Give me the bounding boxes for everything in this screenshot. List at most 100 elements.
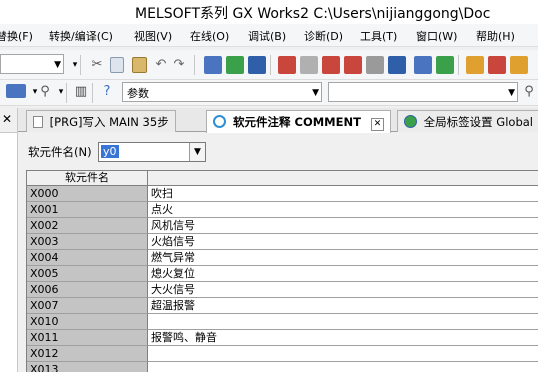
- comment-editor: 软元件名(N) y0 ▼ 软元件名 X000 吹扫 X001 点火 X002 风…: [18, 133, 538, 372]
- simulation-icon[interactable]: [488, 56, 506, 74]
- column-header-comment[interactable]: [148, 171, 538, 186]
- chevron-down-icon: ▼: [54, 60, 61, 70]
- device-name-label: 软元件名(N): [28, 145, 92, 159]
- menu-debug[interactable]: 调试(B): [248, 28, 286, 44]
- window-title: MELSOFT系列 GX Works2 C:\Users\nijianggong…: [135, 6, 491, 22]
- device-cell[interactable]: X007: [27, 298, 148, 314]
- device-batch-icon[interactable]: [388, 56, 406, 74]
- toolbar-combo[interactable]: ▼: [0, 54, 64, 74]
- comment-cell[interactable]: [148, 314, 538, 330]
- table-row: X002 风机信号: [27, 218, 538, 234]
- device-cell[interactable]: X002: [27, 218, 148, 234]
- copy-icon[interactable]: [110, 57, 124, 73]
- tab-device-comment[interactable]: 软元件注释 COMMENT ✕: [206, 110, 391, 133]
- menu-view[interactable]: 视图(V): [134, 28, 172, 44]
- table-row: X003 火焰信号: [27, 234, 538, 250]
- comment-cell[interactable]: 燃气异常: [148, 250, 538, 266]
- dev-icon[interactable]: [6, 84, 26, 98]
- device-cell[interactable]: X001: [27, 202, 148, 218]
- comment-cell[interactable]: 火焰信号: [148, 234, 538, 250]
- write-to-plc-icon[interactable]: [278, 56, 296, 74]
- diagnostics-icon[interactable]: [466, 56, 484, 74]
- menu-online[interactable]: 在线(O): [190, 28, 229, 44]
- device-cell[interactable]: X004: [27, 250, 148, 266]
- toolbar-separator: [80, 55, 81, 75]
- comment-cell[interactable]: [148, 346, 538, 362]
- device-cell[interactable]: X013: [27, 362, 148, 372]
- tab-prg-main[interactable]: [PRG]写入 MAIN 35步: [26, 110, 176, 132]
- close-icon[interactable]: ✕: [2, 112, 12, 126]
- device-cell[interactable]: X000: [27, 186, 148, 202]
- chevron-down-icon[interactable]: ▼: [189, 143, 205, 161]
- table-row: X011 报警鸣、静音: [27, 330, 538, 346]
- cut-icon[interactable]: ✂: [88, 56, 106, 74]
- program-icon: [33, 116, 43, 128]
- online-change-icon[interactable]: [436, 56, 454, 74]
- navigation-panel-body: [0, 132, 17, 372]
- navigation-combo[interactable]: 参数 ▼: [122, 82, 322, 102]
- tab-label: 全局标签设置 Global: [423, 115, 533, 129]
- comment-cell[interactable]: 熄火复位: [148, 266, 538, 282]
- column-header-device[interactable]: 软元件名: [27, 171, 148, 186]
- comment-cell[interactable]: 风机信号: [148, 218, 538, 234]
- help-icon[interactable]: ?: [98, 83, 116, 101]
- menu-window[interactable]: 窗口(W): [416, 28, 457, 44]
- chevron-down-icon[interactable]: ▾: [52, 83, 70, 101]
- read-from-plc-icon[interactable]: [300, 56, 318, 74]
- menu-replace[interactable]: 替换(F): [0, 28, 33, 44]
- table-row: X010: [27, 314, 538, 330]
- device-name-value: y0: [101, 145, 119, 158]
- search-combo[interactable]: ▼: [328, 82, 518, 102]
- menu-convert-compile[interactable]: 转换/编译(C): [49, 28, 113, 44]
- verify-icon[interactable]: [322, 56, 340, 74]
- toolbar-separator: [92, 83, 93, 103]
- menu-tools[interactable]: 工具(T): [360, 28, 397, 44]
- title-bar: MELSOFT系列 GX Works2 C:\Users\nijianggong…: [0, 0, 538, 24]
- undo-icon[interactable]: ↶: [152, 56, 170, 74]
- toolbar-separator: [458, 55, 459, 75]
- tab-label: 软元件注释 COMMENT: [233, 115, 361, 129]
- monitor-icon[interactable]: [344, 56, 362, 74]
- tab-global-label[interactable]: 全局标签设置 Global: [397, 110, 538, 132]
- comment-cell[interactable]: 报警鸣、静音: [148, 330, 538, 346]
- tab-label: [PRG]写入 MAIN 35步: [49, 115, 169, 129]
- search-icon[interactable]: ⚲: [520, 83, 538, 101]
- chevron-down-icon[interactable]: ▾: [66, 56, 84, 74]
- dev-search-icon[interactable]: [204, 56, 222, 74]
- comment-cell[interactable]: 大火信号: [148, 282, 538, 298]
- comment-icon: [213, 115, 226, 128]
- chevron-down-icon: ▼: [312, 88, 319, 98]
- main-toolbar: ▼ ▾ ✂ ↶ ↷: [0, 50, 538, 80]
- secondary-toolbar: ▾ ⚲ ▾ ▥ ? 参数 ▼ ▼ ⚲: [0, 80, 538, 106]
- comment-cell[interactable]: 点火: [148, 202, 538, 218]
- table-header: 软元件名: [27, 171, 538, 186]
- device-cell[interactable]: X003: [27, 234, 148, 250]
- document-tabs: [PRG]写入 MAIN 35步 软元件注释 COMMENT ✕ 全局标签设置 …: [18, 108, 538, 133]
- dev-monitor-icon[interactable]: [414, 56, 432, 74]
- device-cell[interactable]: X005: [27, 266, 148, 282]
- device-cell[interactable]: X010: [27, 314, 148, 330]
- connection-icon[interactable]: [510, 56, 528, 74]
- comment-cell[interactable]: [148, 362, 538, 372]
- device-cell[interactable]: X006: [27, 282, 148, 298]
- replace-icon[interactable]: [226, 56, 244, 74]
- table-row: X012: [27, 346, 538, 362]
- device-cell[interactable]: X011: [27, 330, 148, 346]
- redo-icon[interactable]: ↷: [170, 56, 188, 74]
- comment-cell[interactable]: 吹扫: [148, 186, 538, 202]
- comment-table: 软元件名 X000 吹扫 X001 点火 X002 风机信号 X003 火焰信号…: [26, 170, 538, 372]
- table-row: X001 点火: [27, 202, 538, 218]
- monitor-stop-icon[interactable]: [366, 56, 384, 74]
- menu-diagnostics[interactable]: 诊断(D): [304, 28, 343, 44]
- comment-cell[interactable]: 超温报警: [148, 298, 538, 314]
- table-row: X007 超温报警: [27, 298, 538, 314]
- menu-help[interactable]: 帮助(H): [476, 28, 515, 44]
- device-cell[interactable]: X012: [27, 346, 148, 362]
- cross-reference-icon[interactable]: [248, 56, 266, 74]
- device-name-combo[interactable]: y0 ▼: [98, 142, 206, 162]
- close-icon[interactable]: ✕: [370, 118, 384, 131]
- menu-bar: 替换(F) 转换/编译(C) 视图(V) 在线(O) 调试(B) 诊断(D) 工…: [0, 24, 538, 47]
- toolbar-separator: [270, 55, 271, 75]
- paste-icon[interactable]: [132, 57, 147, 73]
- library-icon[interactable]: ▥: [72, 83, 90, 101]
